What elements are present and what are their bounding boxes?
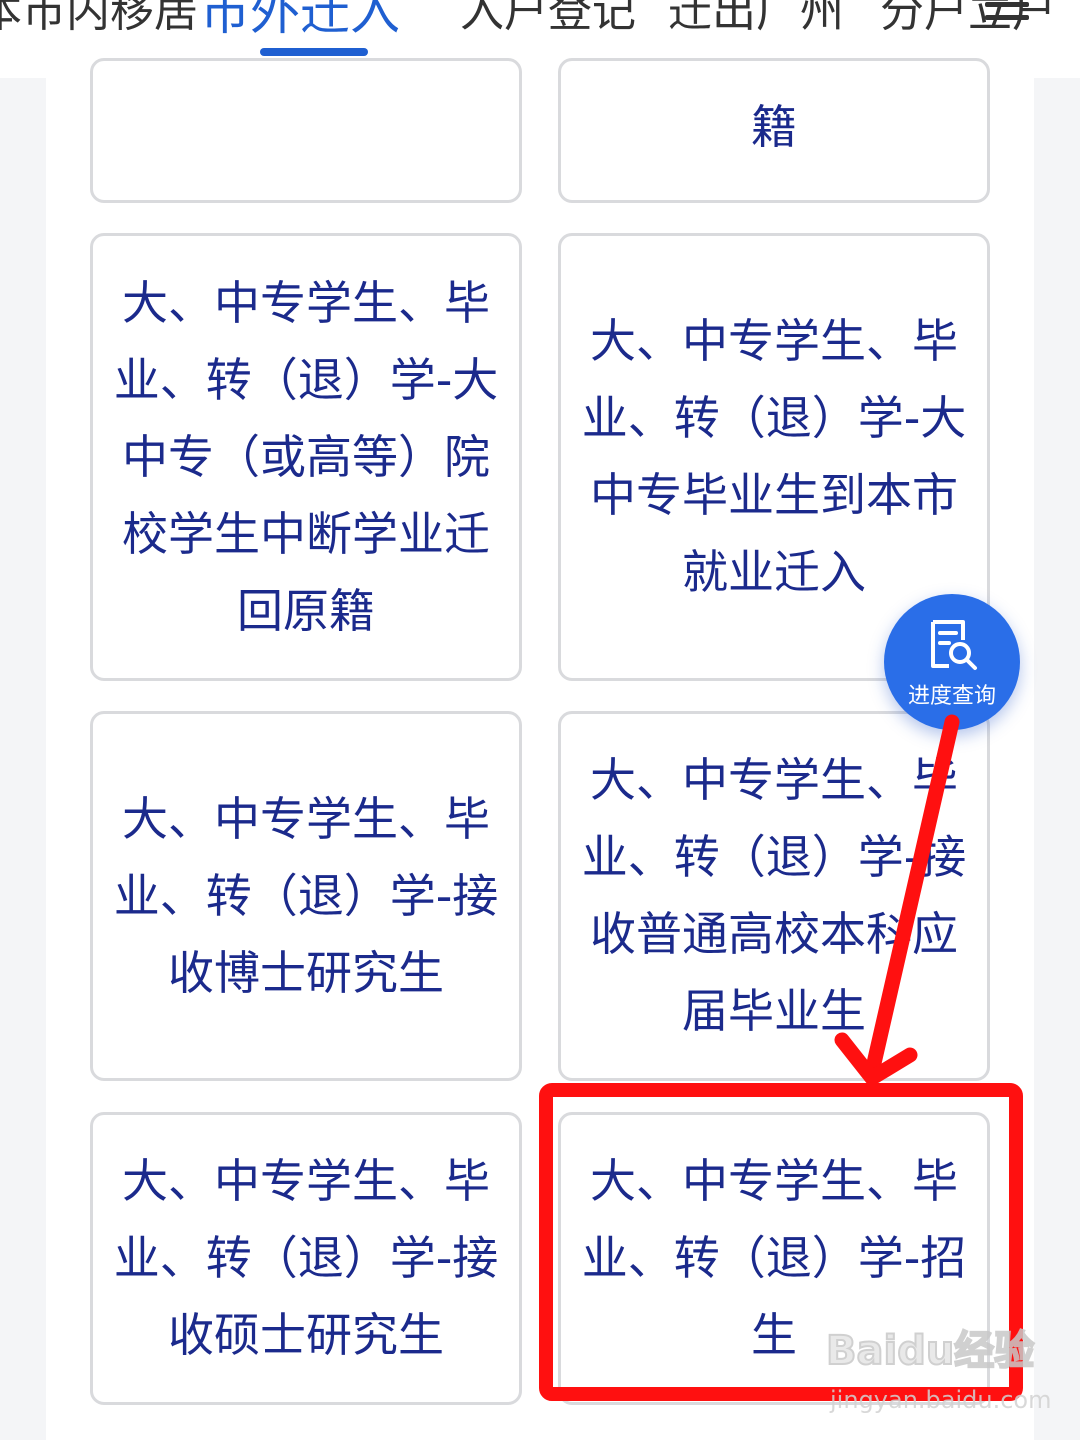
service-card-label: 大、中专学生、毕业、转（退）学-接收硕士研究生 [113,1154,499,1362]
service-card-label: 大、中专学生、毕业、转（退）学-接收普通高校本科应届毕业生 [581,753,967,1038]
service-card[interactable] [90,58,522,203]
progress-query-label: 进度查询 [907,684,996,709]
service-card[interactable]: 籍 [558,58,990,203]
active-tab-indicator [260,48,368,56]
service-card-label: 大、中专学生、毕业、转（退）学-大中专（或高等）院校学生中断学业迁回原籍 [113,275,499,638]
service-card[interactable]: 大、中专学生、毕业、转（退）学-接收普通高校本科应届毕业生 [558,711,990,1081]
watermark-brand: Baidu经验 [825,1327,1035,1375]
baidu-watermark: Baidu经验 jingyan.baidu.com [825,1318,1051,1422]
tab-move-out-guangzhou[interactable]: 迁出广州 [668,0,844,42]
document-search-icon [931,620,977,670]
service-panel: 籍 大、中专学生、毕业、转（退）学-大中专（或高等）院校学生中断学业迁回原籍 大… [46,58,1034,1440]
service-card-label: 籍 [751,100,797,154]
service-card[interactable]: 大、中专学生、毕业、转（退）学-接收硕士研究生 [90,1112,522,1405]
service-card-label: 大、中专学生、毕业、转（退）学-大中专毕业生到本市就业迁入 [581,314,967,599]
tab-split-household[interactable]: 分户立户 [880,0,1056,42]
service-card-label: 大、中专学生、毕业、转（退）学-接收博士研究生 [113,791,499,1000]
tab-outside-city-move-in[interactable]: 市外迁入 [200,0,400,42]
menu-icon[interactable] [985,2,1029,22]
watermark-url: jingyan.baidu.com [830,1386,1052,1414]
tab-household-registration[interactable]: 入户登记 [460,0,636,42]
tab-local-move[interactable]: 本市内移居 [0,0,198,42]
progress-query-button[interactable]: 进度查询 [884,594,1020,730]
service-card[interactable]: 大、中专学生、毕业、转（退）学-接收博士研究生 [90,711,522,1081]
service-card[interactable]: 大、中专学生、毕业、转（退）学-大中专（或高等）院校学生中断学业迁回原籍 [90,233,522,681]
